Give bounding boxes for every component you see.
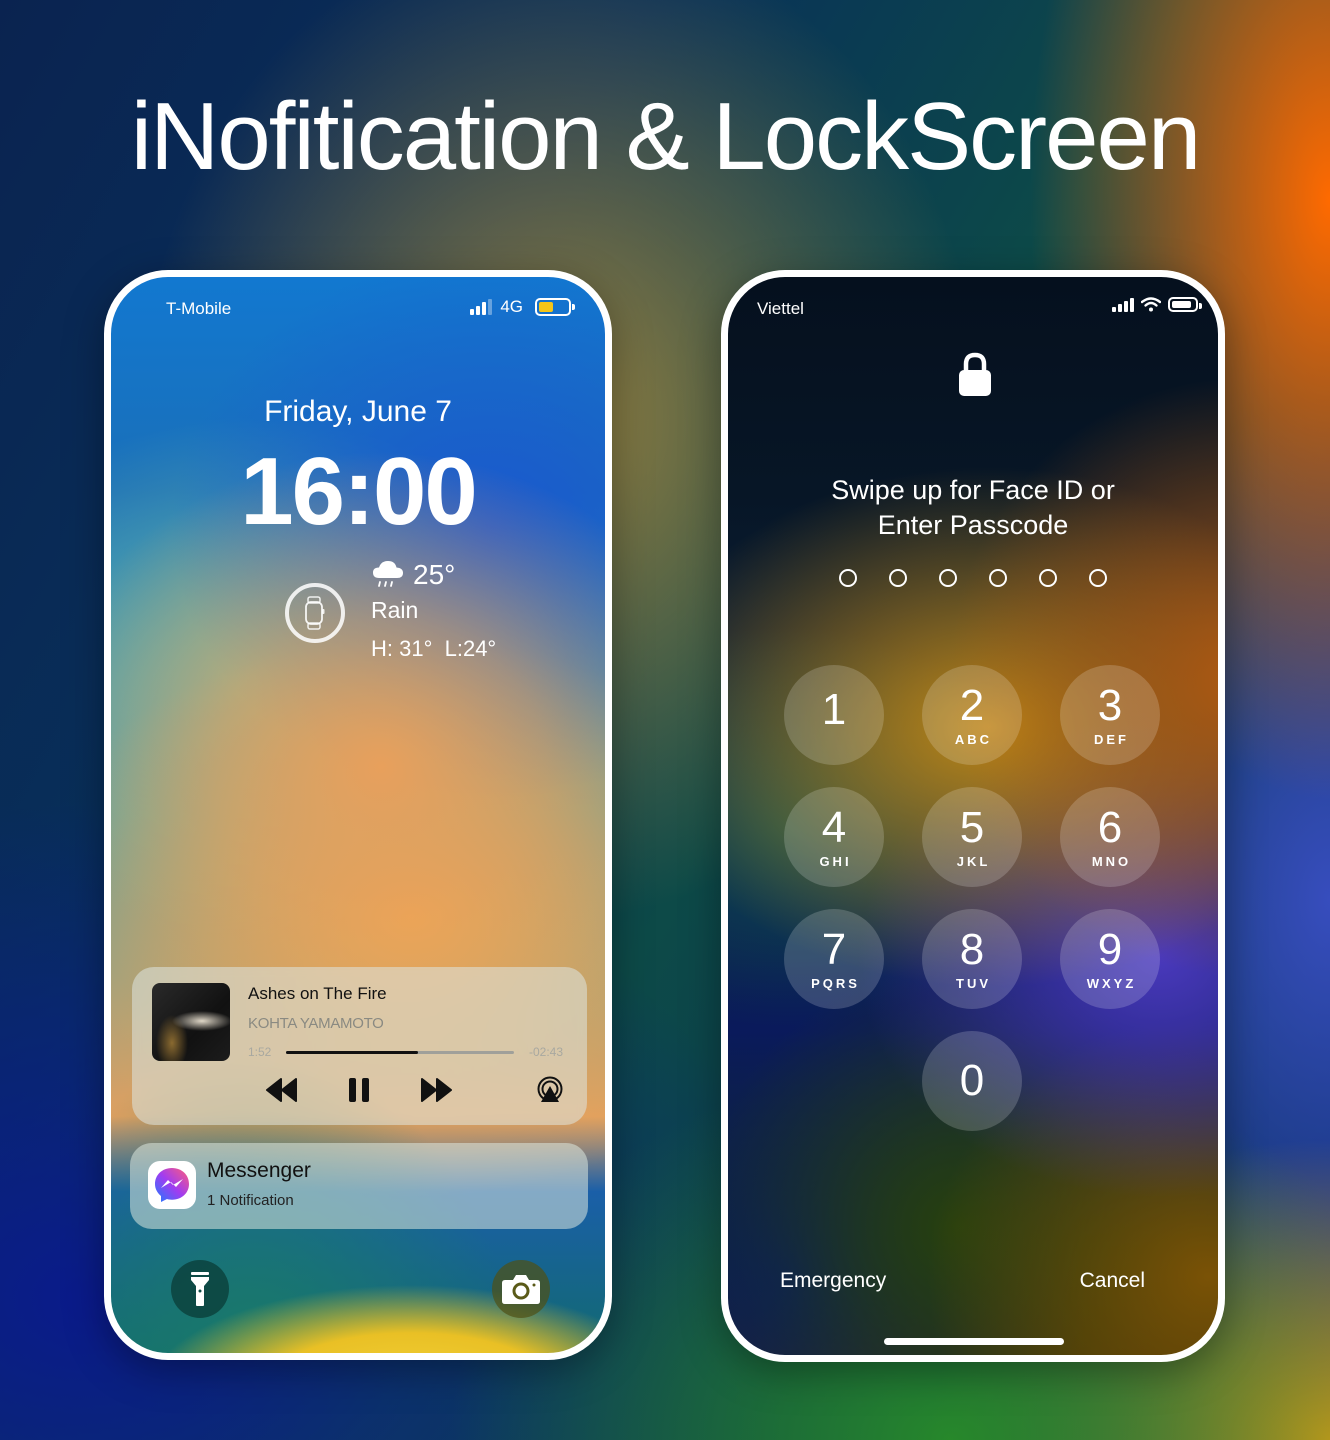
- keypad-key-4[interactable]: 4 GHI: [784, 787, 884, 887]
- home-indicator[interactable]: [884, 1338, 1064, 1345]
- notification-summary: 1 Notification: [207, 1192, 294, 1209]
- keypad-key-6[interactable]: 6 MNO: [1060, 787, 1160, 887]
- lock-icon: [959, 352, 991, 396]
- rewind-icon: [266, 1078, 297, 1102]
- keypad-key-9[interactable]: 9 WXYZ: [1060, 909, 1160, 1009]
- keypad-key-7[interactable]: 7 PQRS: [784, 909, 884, 1009]
- headline: iNofitication & LockScreen: [130, 83, 1202, 190]
- carrier-label: Viettel: [757, 299, 804, 318]
- remaining-time: -02:43: [528, 1045, 563, 1059]
- keypad-key-0[interactable]: 0: [922, 1031, 1022, 1131]
- passcode-dot: [889, 569, 907, 587]
- airplay-icon: [537, 1076, 563, 1102]
- key-digit: 2: [959, 680, 985, 730]
- messenger-icon: [155, 1168, 189, 1202]
- key-digit: 5: [959, 802, 985, 852]
- camera-icon: [502, 1275, 540, 1304]
- pause-button[interactable]: [339, 1073, 379, 1107]
- camera-button[interactable]: [492, 1260, 550, 1318]
- key-letters: GHI: [819, 853, 852, 869]
- wifi-icon: [1141, 297, 1161, 312]
- now-playing-card[interactable]: Ashes on The Fire KOHTA YAMAMOTO 1:52 -0…: [132, 967, 587, 1125]
- key-digit: 6: [1097, 802, 1123, 852]
- date-label: Friday, June 7: [264, 395, 452, 428]
- airplay-button[interactable]: [530, 1073, 570, 1107]
- signal-icon: [1112, 297, 1134, 312]
- cloud-rain-icon: [373, 561, 403, 587]
- key-digit: 9: [1097, 924, 1123, 974]
- emergency-button[interactable]: Emergency: [780, 1269, 886, 1293]
- passcode-dot: [939, 569, 957, 587]
- keypad-key-2[interactable]: 2 ABC: [922, 665, 1022, 765]
- elapsed-time: 1:52: [248, 1045, 272, 1059]
- lock-screen-phone: T-Mobile 4G Friday, June 7 16:00 25° Rai…: [104, 270, 612, 1360]
- passcode-dot: [1089, 569, 1107, 587]
- prompt-line-2: Enter Passcode: [877, 510, 1069, 540]
- notification-app-name: Messenger: [207, 1159, 311, 1182]
- pause-icon: [349, 1078, 369, 1102]
- key-digit: 8: [959, 924, 985, 974]
- fast-forward-icon: [421, 1078, 452, 1102]
- rewind-button[interactable]: [262, 1073, 302, 1107]
- key-letters: MNO: [1091, 853, 1132, 869]
- playback-progress-bar[interactable]: [286, 1051, 514, 1054]
- key-letters: PQRS: [811, 975, 860, 991]
- key-digit: 4: [821, 802, 847, 852]
- key-letters: ABC: [954, 731, 993, 747]
- passcode-dot: [1039, 569, 1057, 587]
- high-low-temps: H: 31° L:24°: [371, 636, 497, 661]
- passcode-screen-phone: Viettel Swipe up for Face ID or Enter Pa…: [721, 270, 1225, 1362]
- clock: 16:00: [240, 438, 478, 545]
- key-letters: TUV: [956, 975, 991, 991]
- passcode-prompt: Swipe up for Face ID or Enter Passcode: [728, 473, 1218, 543]
- keypad-key-1[interactable]: 1: [784, 665, 884, 765]
- carrier-label: T-Mobile: [166, 299, 232, 318]
- song-artist: KOHTA YAMAMOTO: [248, 1015, 384, 1032]
- keypad-key-3[interactable]: 3 DEF: [1060, 665, 1160, 765]
- album-art: [152, 983, 230, 1061]
- watch-battery-widget[interactable]: [285, 583, 345, 643]
- keypad-key-5[interactable]: 5 JKL: [922, 787, 1022, 887]
- messenger-notification[interactable]: Messenger 1 Notification: [130, 1143, 588, 1229]
- cancel-button[interactable]: Cancel: [1080, 1269, 1145, 1293]
- status-bar: Viettel: [728, 293, 1218, 323]
- network-label: 4G: [500, 297, 523, 316]
- watch-icon: [305, 596, 325, 630]
- temperature: 25°: [413, 559, 456, 590]
- lock-icon-container: [958, 351, 992, 402]
- key-letters: DEF: [1094, 731, 1129, 747]
- battery-icon: [535, 298, 575, 316]
- song-title: Ashes on The Fire: [248, 984, 387, 1003]
- flashlight-button[interactable]: [171, 1260, 229, 1318]
- key-letters: JKL: [956, 853, 991, 869]
- messenger-app-icon: [148, 1161, 196, 1209]
- keypad-key-8[interactable]: 8 TUV: [922, 909, 1022, 1009]
- status-bar: T-Mobile 4G: [111, 293, 605, 323]
- key-digit: 0: [959, 1056, 985, 1105]
- key-digit: 1: [821, 685, 847, 734]
- key-letters: WXYZ: [1086, 975, 1137, 991]
- passcode-dots: [839, 569, 1107, 587]
- weather-widget[interactable]: 25° Rain H: 31° L:24°: [371, 559, 496, 662]
- key-digit: 7: [821, 924, 847, 974]
- playback-progress-fill: [286, 1051, 419, 1054]
- battery-icon: [1168, 297, 1202, 312]
- signal-icon: [470, 299, 493, 315]
- key-digit: 3: [1097, 680, 1123, 730]
- prompt-line-1: Swipe up for Face ID or: [831, 475, 1115, 505]
- passcode-dot: [989, 569, 1007, 587]
- passcode-dot: [839, 569, 857, 587]
- weather-condition: Rain: [371, 597, 419, 623]
- flashlight-icon: [191, 1272, 209, 1306]
- fast-forward-button[interactable]: [416, 1073, 456, 1107]
